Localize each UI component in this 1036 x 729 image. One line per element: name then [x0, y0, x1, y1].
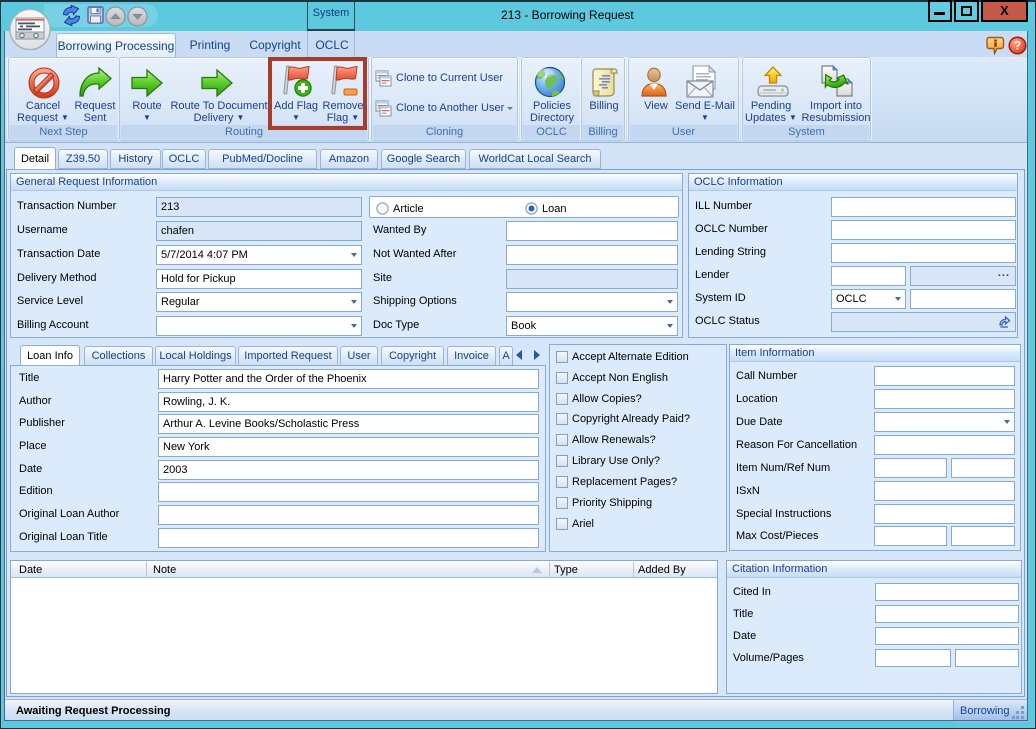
svg-text:?: ? [1014, 39, 1021, 53]
